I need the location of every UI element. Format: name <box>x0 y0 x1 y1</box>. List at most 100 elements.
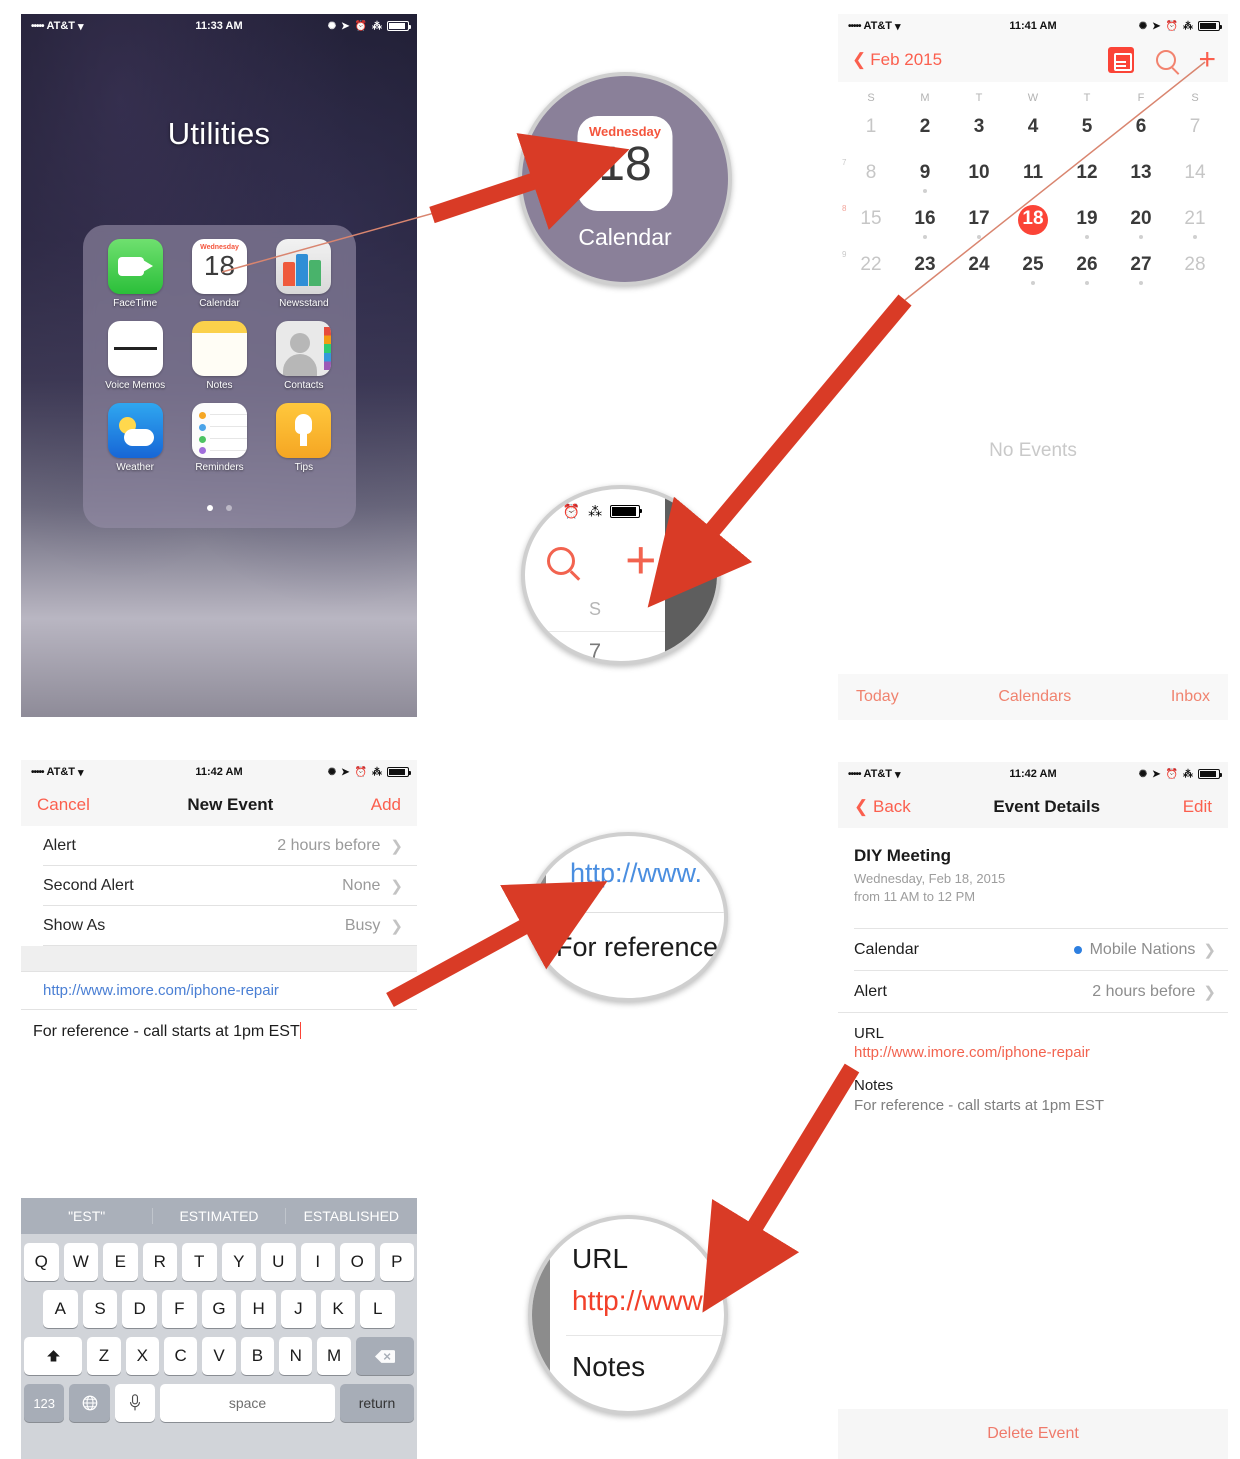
calendar-day-cell[interactable]: 17 <box>952 198 1006 244</box>
app-tips[interactable]: Tips <box>262 403 346 473</box>
backspace-key[interactable] <box>355 1337 414 1375</box>
calendar-day-cell[interactable]: 15 <box>844 198 898 244</box>
calendar-day-cell[interactable]: 20 <box>1114 198 1168 244</box>
key-g[interactable]: G <box>201 1290 237 1328</box>
key-q[interactable]: Q <box>24 1243 59 1281</box>
page-dot-1[interactable] <box>207 505 214 511</box>
key-l[interactable]: L <box>360 1290 396 1328</box>
suggestion-1[interactable]: ESTIMATED <box>153 1208 286 1224</box>
suggestion-0[interactable]: "EST" <box>21 1208 154 1224</box>
return-key[interactable]: return <box>339 1384 414 1422</box>
calendar-day-cell[interactable]: 23 <box>898 244 952 290</box>
calendar-day-cell[interactable]: 1 <box>844 106 898 152</box>
key-i[interactable]: I <box>300 1243 335 1281</box>
shift-key[interactable] <box>24 1337 83 1375</box>
row-alert[interactable]: Alert 2 hours before ❯ <box>43 826 417 866</box>
key-h[interactable]: H <box>241 1290 277 1328</box>
key-a[interactable]: A <box>42 1290 78 1328</box>
calendar-day-cell[interactable]: 27 <box>1114 244 1168 290</box>
calendar-day-cell[interactable]: 14 <box>1168 152 1222 198</box>
key-n[interactable]: N <box>279 1337 313 1375</box>
calendar-day-cell[interactable]: 5 <box>1060 106 1114 152</box>
calendar-day-cell[interactable]: 2 <box>898 106 952 152</box>
calendar-day-cell[interactable]: 10 <box>952 152 1006 198</box>
row-alert[interactable]: Alert 2 hours before ❯ <box>854 970 1228 1012</box>
app-facetime[interactable]: FaceTime <box>93 239 177 309</box>
key-k[interactable]: K <box>320 1290 356 1328</box>
calendar-day-cell[interactable]: 6 <box>1114 106 1168 152</box>
today-button[interactable]: Today <box>856 688 899 706</box>
dictation-key[interactable] <box>114 1384 156 1422</box>
row-show-as[interactable]: Show As Busy ❯ <box>43 906 417 946</box>
numbers-key[interactable]: 123 <box>24 1384 65 1422</box>
app-weather[interactable]: Weather <box>93 403 177 473</box>
key-w[interactable]: W <box>63 1243 98 1281</box>
globe-key[interactable] <box>69 1384 110 1422</box>
calendar-day-cell[interactable]: 24 <box>952 244 1006 290</box>
calendar-day-cell[interactable]: 3 <box>952 106 1006 152</box>
calendar-day-cell[interactable]: 13 <box>1114 152 1168 198</box>
key-f[interactable]: F <box>162 1290 197 1328</box>
app-notes[interactable]: Notes <box>177 321 261 391</box>
calendar-day-cell[interactable]: 8 <box>844 152 898 198</box>
calendar-day-cell[interactable]: 4 <box>1006 106 1060 152</box>
calendars-button[interactable]: Calendars <box>998 688 1071 706</box>
location-icon: ➤ <box>543 503 555 519</box>
calendar-day-cell[interactable]: 11 <box>1006 152 1060 198</box>
calendar-day-cell[interactable]: 26 <box>1060 244 1114 290</box>
key-s[interactable]: S <box>82 1290 118 1328</box>
calendar-day-cell[interactable]: 22 <box>844 244 898 290</box>
search-icon[interactable] <box>547 547 575 575</box>
key-d[interactable]: D <box>122 1290 157 1328</box>
key-c[interactable]: C <box>164 1337 198 1375</box>
calendar-day-cell[interactable]: 18 <box>1006 198 1060 244</box>
row-calendar[interactable]: Calendar Mobile Nations ❯ <box>854 928 1228 970</box>
cancel-button[interactable]: Cancel <box>37 795 90 815</box>
key-o[interactable]: O <box>340 1243 375 1281</box>
app-contacts[interactable]: Contacts <box>262 321 346 391</box>
back-to-year-button[interactable]: ❮ Feb 2015 <box>852 50 942 70</box>
calendar-navbar: ❮ Feb 2015 + <box>838 38 1228 82</box>
key-e[interactable]: E <box>103 1243 138 1281</box>
calendar-day-cell[interactable]: 21 <box>1168 198 1222 244</box>
app-newsstand[interactable]: Newsstand <box>262 239 346 309</box>
calendar-day-cell[interactable]: 28 <box>1168 244 1222 290</box>
app-reminders[interactable]: Reminders <box>177 403 261 473</box>
key-j[interactable]: J <box>281 1290 316 1328</box>
url-input[interactable]: http://www.imore.com/iphone-repair <box>21 972 417 1010</box>
edit-button[interactable]: Edit <box>1183 797 1212 817</box>
calendar-day-cell[interactable]: 19 <box>1060 198 1114 244</box>
notes-input[interactable]: For reference - call starts at 1pm EST <box>21 1010 417 1051</box>
add-icon[interactable]: + <box>625 533 657 587</box>
inbox-button[interactable]: Inbox <box>1171 688 1210 706</box>
calendar-day-cell[interactable]: 9 <box>898 152 952 198</box>
location-icon: ➤ <box>341 766 350 778</box>
key-v[interactable]: V <box>202 1337 236 1375</box>
calendar-day-cell[interactable]: 12 <box>1060 152 1114 198</box>
back-button[interactable]: ❮ Back <box>854 797 911 817</box>
calendar-day-cell[interactable]: 7 <box>1168 106 1222 152</box>
key-z[interactable]: Z <box>87 1337 121 1375</box>
add-button[interactable]: Add <box>371 795 401 815</box>
app-voice-memos[interactable]: Voice Memos <box>93 321 177 391</box>
suggestion-2[interactable]: ESTABLISHED <box>286 1208 417 1224</box>
search-icon[interactable] <box>1156 50 1177 70</box>
key-t[interactable]: T <box>182 1243 217 1281</box>
list-view-icon[interactable] <box>1108 47 1135 73</box>
key-y[interactable]: Y <box>221 1243 256 1281</box>
app-calendar[interactable]: Wednesday 18 Calendar <box>177 239 261 309</box>
space-key[interactable]: space <box>160 1384 335 1422</box>
page-dot-2[interactable] <box>225 505 232 511</box>
calendar-day-cell[interactable]: 16 <box>898 198 952 244</box>
row-second-alert[interactable]: Second Alert None ❯ <box>43 866 417 906</box>
key-b[interactable]: B <box>240 1337 275 1375</box>
calendar-day-cell[interactable]: 25 <box>1006 244 1060 290</box>
key-u[interactable]: U <box>261 1243 296 1281</box>
key-m[interactable]: M <box>317 1337 351 1375</box>
url-link[interactable]: http://www.imore.com/iphone-repair <box>854 1044 1228 1061</box>
key-r[interactable]: R <box>142 1243 177 1281</box>
add-icon[interactable]: + <box>1198 45 1216 75</box>
delete-event-button[interactable]: Delete Event <box>838 1409 1228 1459</box>
key-x[interactable]: X <box>125 1337 159 1375</box>
key-p[interactable]: P <box>379 1243 414 1281</box>
